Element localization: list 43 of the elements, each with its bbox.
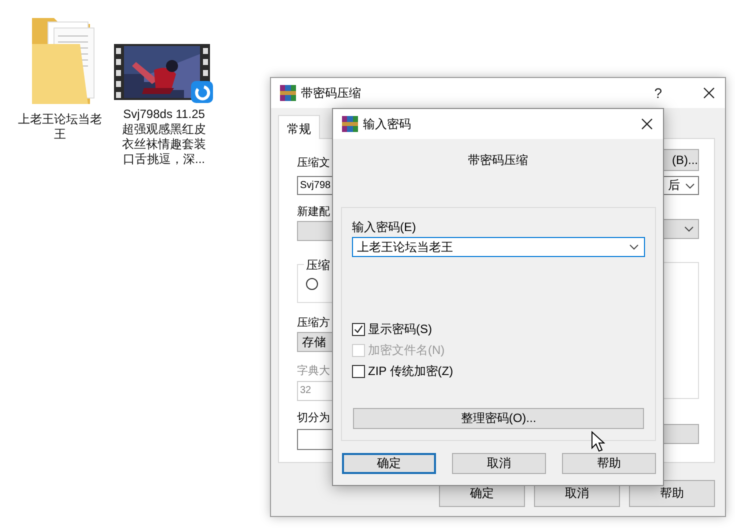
radio-button[interactable] (306, 278, 318, 290)
field-label: 压缩方 (297, 316, 330, 331)
dropdown[interactable] (663, 219, 699, 239)
checkbox-label: ZIP 传统加密(Z) (368, 362, 454, 380)
help-button[interactable]: ? (654, 85, 662, 101)
update-mode-dropdown[interactable]: 后 (663, 176, 699, 195)
file-label: 上老王论坛当老王 (17, 112, 103, 142)
books-icon (280, 85, 296, 101)
password-combobox[interactable]: 上老王论坛当老王 (352, 237, 645, 257)
button[interactable] (663, 424, 699, 444)
close-icon[interactable] (641, 118, 653, 130)
tab[interactable]: 常规 (278, 115, 320, 139)
chevron-icon (629, 244, 639, 250)
file-label: Svj798ds 11.25 超强观感黑红皮衣丝袜情趣套装口舌挑逗，深... (121, 107, 207, 167)
method-dropdown[interactable]: 存储 (297, 332, 332, 352)
dropdown-value: 后 (668, 177, 680, 194)
window-title: 带密码压缩 (301, 84, 362, 102)
chevron-icon (685, 182, 695, 188)
split-field[interactable] (297, 429, 332, 450)
checkbox[interactable] (352, 364, 365, 378)
chevron-icon (684, 226, 694, 232)
dialog-button[interactable]: 帮助 (562, 453, 656, 474)
mouse-cursor-icon (591, 431, 605, 452)
field-label: 压缩文 (297, 156, 330, 171)
dialog-heading: 带密码压缩 (467, 152, 529, 168)
close-icon[interactable] (703, 87, 715, 99)
window-title: 输入密码 (363, 116, 412, 132)
dialog-button[interactable]: 取消 (452, 453, 546, 474)
dialog-button[interactable]: 帮助 (629, 480, 715, 507)
password-value: 上老王论坛当老王 (357, 238, 453, 256)
checkbox[interactable] (352, 322, 365, 336)
archive-name-field[interactable]: Svj798 (297, 176, 332, 195)
checkbox-label: 加密文件名(N) (368, 342, 445, 358)
organize-passwords-button[interactable]: 整理密码(O)... (353, 408, 644, 429)
field-label: 切分为 (297, 411, 330, 426)
player-badge-icon (191, 81, 213, 103)
dialog-button[interactable]: 确定 (342, 453, 436, 474)
books-icon (342, 116, 358, 132)
field-label: 输入密码(E) (352, 220, 417, 235)
field-label: 新建配 (297, 205, 330, 220)
browse-button[interactable]: (B)... (663, 149, 699, 171)
checkbox-label: 显示密码(S) (368, 320, 432, 338)
field-label: 字典大 (297, 364, 330, 379)
